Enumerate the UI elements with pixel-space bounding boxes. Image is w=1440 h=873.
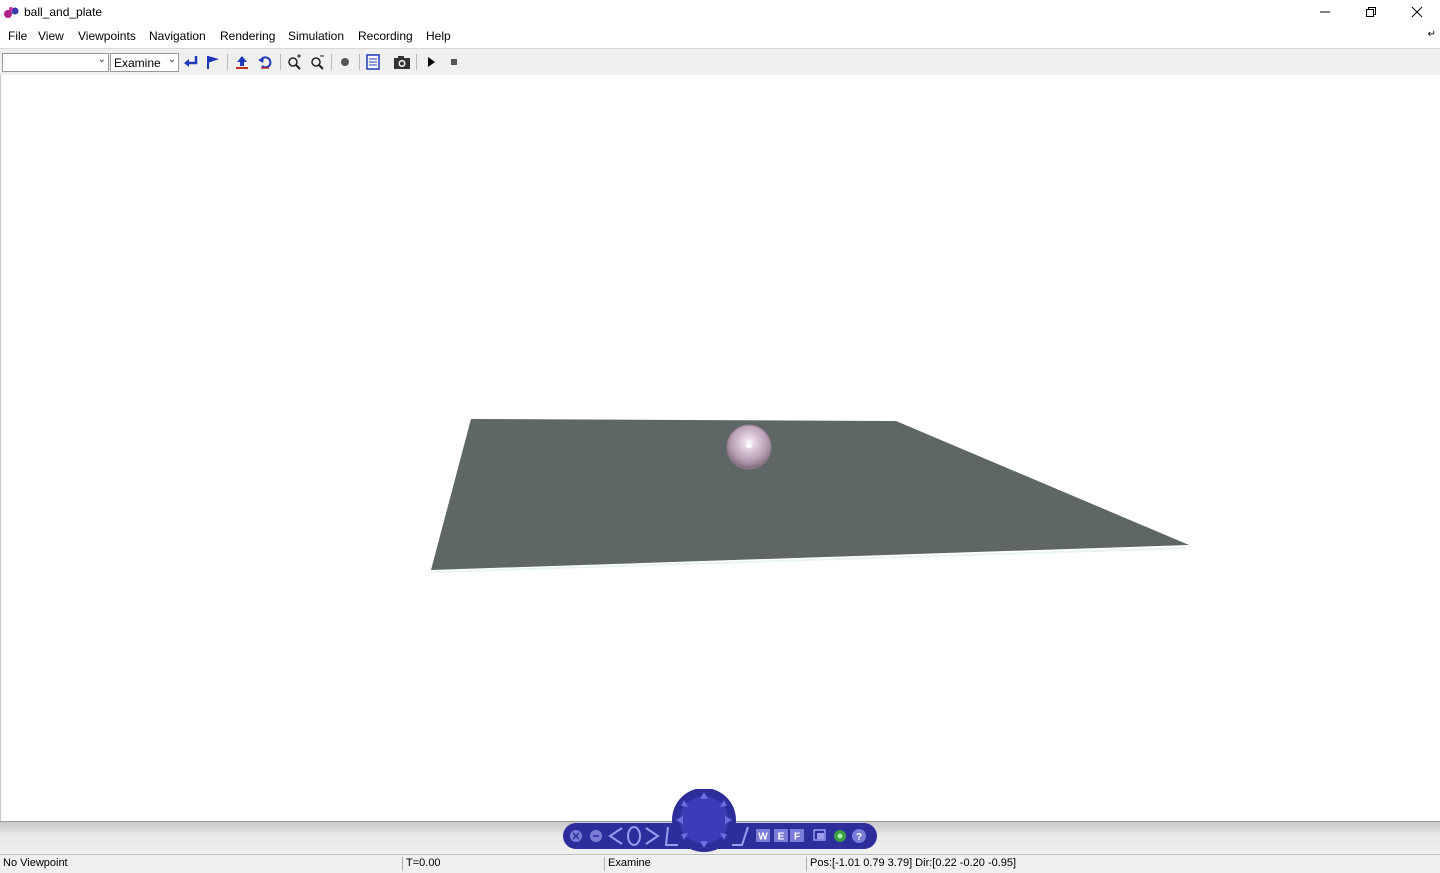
home-arrow-icon xyxy=(236,56,248,69)
zoom-out-icon xyxy=(311,55,324,70)
close-button[interactable] xyxy=(1394,0,1440,24)
window-title: ball_and_plate xyxy=(24,5,103,19)
status-viewpoint: No Viewpoint xyxy=(3,857,68,869)
examine-button[interactable]: E xyxy=(774,829,788,843)
menu-viewpoints[interactable]: Viewpoints xyxy=(78,29,136,43)
status-camera-position: Pos:[-1.01 0.79 3.79] Dir:[0.22 -0.20 -0… xyxy=(806,857,1440,871)
stop-simulation-button[interactable] xyxy=(444,53,464,71)
minimize-nav-icon[interactable] xyxy=(590,830,602,842)
walk-button[interactable]: W xyxy=(756,829,770,843)
flag-icon xyxy=(207,56,219,69)
chevron-down-icon: ⌄ xyxy=(167,54,176,65)
go-to-viewpoint-button[interactable] xyxy=(232,53,252,71)
capture-frame-button[interactable] xyxy=(392,53,412,71)
app-icon xyxy=(4,7,19,18)
viewpoint-select[interactable]: ⌄ xyxy=(2,53,109,72)
toolbar-separator xyxy=(331,54,332,70)
minimize-icon xyxy=(1320,11,1330,13)
render-options-button[interactable] xyxy=(363,53,383,71)
toolbar: ⌄ Examine ⌄ xyxy=(0,48,1440,76)
status-time: T=0.00 xyxy=(402,857,604,871)
zoom-out-button[interactable] xyxy=(307,53,327,71)
fly-label: F xyxy=(794,832,800,843)
walk-label: W xyxy=(758,832,768,843)
document-list-icon xyxy=(366,54,380,70)
scene-viewport[interactable] xyxy=(0,75,1440,821)
start-simulation-button[interactable] xyxy=(421,53,441,71)
menu-view[interactable]: View xyxy=(38,29,64,43)
menu-recording[interactable]: Recording xyxy=(358,29,413,43)
help-label: ? xyxy=(856,832,862,843)
help-nav-icon[interactable]: ? xyxy=(852,829,866,843)
status-navigation-mode: Examine xyxy=(604,857,806,871)
scene-canvas xyxy=(431,419,1189,573)
fly-button[interactable]: F xyxy=(790,829,804,843)
toolbar-separator xyxy=(359,54,360,70)
menu-bar: File View Viewpoints Navigation Renderin… xyxy=(0,25,1440,47)
close-nav-icon[interactable] xyxy=(570,830,582,842)
plate xyxy=(431,419,1189,570)
headlight-button[interactable] xyxy=(335,53,355,71)
navigation-mode-select[interactable]: Examine ⌄ xyxy=(110,53,179,72)
stop-icon xyxy=(451,59,457,65)
menu-navigation[interactable]: Navigation xyxy=(149,29,206,43)
restore-icon xyxy=(1366,7,1376,17)
return-arrow-icon xyxy=(184,56,198,67)
examine-label: E xyxy=(778,832,785,843)
toolbar-separator xyxy=(416,54,417,70)
close-icon xyxy=(1411,6,1423,18)
menu-simulation[interactable]: Simulation xyxy=(288,29,344,43)
zoom-in-icon xyxy=(288,54,301,70)
camera-icon xyxy=(394,56,410,69)
undo-icon xyxy=(258,56,272,69)
zoom-in-button[interactable] xyxy=(284,53,304,71)
title-bar: ball_and_plate xyxy=(0,0,1440,24)
toolbar-separator xyxy=(280,54,281,70)
navigation-mode-value: Examine xyxy=(114,56,161,70)
headlight-nav-icon[interactable] xyxy=(834,830,846,842)
toolbar-separator xyxy=(227,54,228,70)
menu-overflow-icon[interactable]: ↵ xyxy=(1428,29,1436,40)
menu-rendering[interactable]: Rendering xyxy=(220,29,275,43)
play-icon xyxy=(428,57,435,67)
reset-viewpoint-button[interactable] xyxy=(255,53,275,71)
restore-button[interactable] xyxy=(1348,0,1394,24)
ball-highlight xyxy=(746,444,752,448)
chevron-down-icon: ⌄ xyxy=(97,54,106,65)
minimize-button[interactable] xyxy=(1302,0,1348,24)
circle-icon xyxy=(341,58,349,66)
next-viewpoint-button[interactable] xyxy=(203,53,223,71)
status-bar: No Viewpoint T=0.00 Examine Pos:[-1.01 0… xyxy=(0,854,1440,873)
previous-viewpoint-button[interactable] xyxy=(181,53,201,71)
menu-file[interactable]: File xyxy=(8,29,27,43)
navigation-panel: W E F ? xyxy=(563,789,877,852)
menu-help[interactable]: Help xyxy=(426,29,451,43)
